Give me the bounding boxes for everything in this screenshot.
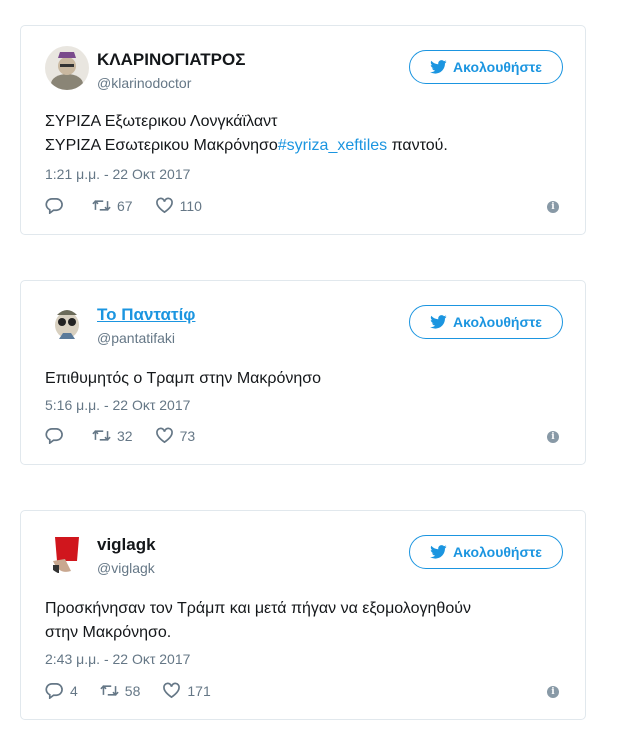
avatar[interactable] [45,46,89,90]
reply-icon [45,198,63,214]
retweet-count: 58 [124,682,141,699]
user-handle[interactable]: @viglagk [97,560,155,576]
tweet-text-line: ΣΥΡΙΖΑ Εσωτερικου Μακρόνησο#syriza_xefti… [45,134,448,158]
hashtag-link[interactable]: #syriza_xeftiles [278,137,387,154]
retweet-button[interactable]: 58 [100,682,141,699]
tweet-card: ΚΛΑΡΙΝΟΓΙΑΤΡΟΣ @klarinodoctor Ακολουθήστ… [20,25,586,235]
tweet-text-line: Προσκήνησαν τον Τράμπ και μετά πήγαν να … [45,600,471,617]
twitter-bird-icon [430,60,447,74]
tweet-text-line: στην Μακρόνησο. [45,624,172,641]
tweet-text-segment: παντού. [387,137,448,154]
retweet-icon [92,430,111,441]
heart-icon [155,427,173,444]
tweet-text: ΣΥΡΙΖΑ Εξωτερικου Λονγκάϊλαντ ΣΥΡΙΖΑ Εσω… [45,110,448,158]
tweet-actions: 67 110 [45,197,224,214]
avatar[interactable] [45,301,89,345]
retweet-count: 32 [117,427,133,444]
retweet-button[interactable]: 67 [92,197,133,214]
tweet-text-segment: ΣΥΡΙΖΑ Εσωτερικου Μακρόνησο [45,137,278,154]
tweet-text: Προσκήνησαν τον Τράμπ και μετά πήγαν να … [45,597,471,645]
reply-icon [45,683,63,699]
tweet-text-line: Επιθυμητός ο Τραμπ στην Μακρόνησο [45,370,322,387]
like-button[interactable]: 110 [155,197,202,214]
user-handle[interactable]: @klarinodoctor [97,75,191,91]
twitter-bird-icon [430,315,447,329]
tweet-card: viglagk @viglagk Ακολουθήστε Προσκήνησαν… [20,510,586,720]
timestamp-link[interactable]: 5:16 μ.μ. - 22 Οκτ 2017 [45,397,190,413]
retweet-icon [92,200,111,211]
reply-button[interactable] [45,427,70,444]
info-icon[interactable]: i [547,431,559,443]
like-count: 110 [179,197,202,214]
follow-label: Ακολουθήστε [453,59,542,75]
tweet-actions: 4 58 171 [45,682,233,699]
tweet-card: Το Παντατίφ @pantatifaki Ακολουθήστε Επι… [20,280,586,465]
follow-button[interactable]: Ακολουθήστε [409,535,563,569]
like-button[interactable]: 171 [162,682,211,699]
user-handle[interactable]: @pantatifaki [97,330,175,346]
reply-button[interactable] [45,197,70,214]
follow-label: Ακολουθήστε [453,544,542,560]
info-icon[interactable]: i [547,201,559,213]
retweet-count: 67 [117,197,133,214]
retweet-icon [100,685,119,696]
display-name[interactable]: ΚΛΑΡΙΝΟΓΙΑΤΡΟΣ [97,50,245,70]
twitter-bird-icon [430,545,447,559]
heart-icon [155,197,173,214]
tweet-text-line: ΣΥΡΙΖΑ Εξωτερικου Λονγκάϊλαντ [45,113,278,130]
display-name[interactable]: viglagk [97,535,156,555]
timestamp-link[interactable]: 2:43 μ.μ. - 22 Οκτ 2017 [45,651,190,667]
heart-icon [163,682,181,699]
tweet-actions: 32 73 [45,427,217,444]
retweet-button[interactable]: 32 [92,427,133,444]
avatar[interactable] [45,531,89,575]
reply-count: 4 [70,682,78,699]
follow-button[interactable]: Ακολουθήστε [409,50,563,84]
follow-button[interactable]: Ακολουθήστε [409,305,563,339]
reply-icon [45,428,63,444]
like-button[interactable]: 73 [155,427,196,444]
like-count: 171 [187,682,211,699]
tweet-text: Επιθυμητός ο Τραμπ στην Μακρόνησο [45,367,321,391]
follow-label: Ακολουθήστε [453,314,542,330]
display-name[interactable]: Το Παντατίφ [97,305,195,325]
timestamp-link[interactable]: 1:21 μ.μ. - 22 Οκτ 2017 [45,166,190,182]
info-icon[interactable]: i [547,686,559,698]
reply-button[interactable]: 4 [45,682,78,699]
like-count: 73 [179,427,196,444]
